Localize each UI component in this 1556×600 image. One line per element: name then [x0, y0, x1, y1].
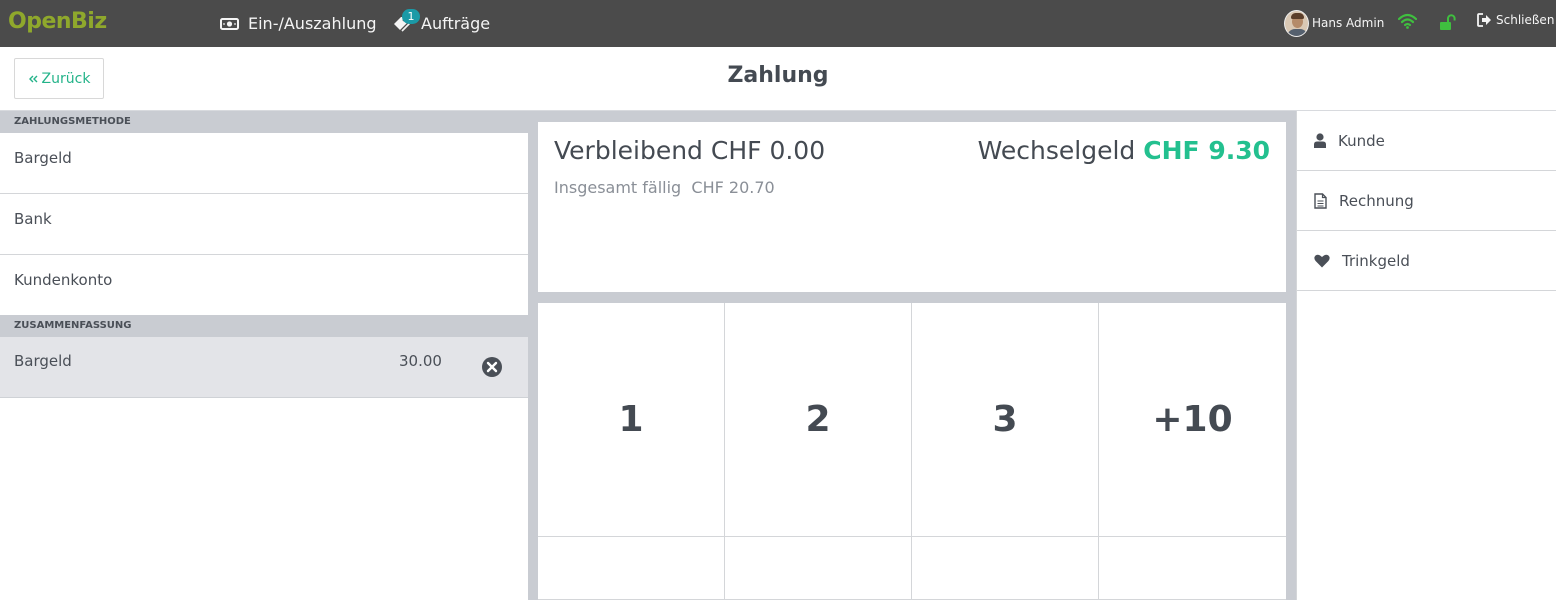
change-label: Wechselgeld	[977, 136, 1136, 165]
nav-orders[interactable]: 1 Aufträge	[392, 0, 490, 47]
page-title: Zahlung	[727, 63, 829, 88]
close-app-button[interactable]: Schließen	[1477, 13, 1554, 27]
invoice-button[interactable]: Rechnung	[1297, 171, 1556, 231]
keypad-key[interactable]	[912, 537, 1099, 600]
total-due-label: Insgesamt fällig	[554, 178, 682, 197]
summary-row-amount: 30.00	[399, 352, 442, 370]
payment-method-cash[interactable]: Bargeld	[0, 133, 528, 194]
keypad-key-plus-10[interactable]: +10	[1099, 303, 1286, 537]
summary-row-method: Bargeld	[14, 352, 72, 370]
keypad-key[interactable]	[1099, 537, 1286, 600]
unlock-icon[interactable]	[1439, 14, 1456, 31]
back-button-label: Zurück	[41, 70, 91, 87]
heart-icon	[1314, 254, 1330, 267]
payment-actions-panel: Kunde Rechnung Trinkgeld	[1296, 111, 1556, 600]
double-chevron-left-icon	[28, 75, 38, 82]
payment-methods-heading: ZAHLUNGSMETHODE	[0, 111, 528, 133]
customer-button[interactable]: Kunde	[1297, 111, 1556, 171]
tip-label: Trinkgeld	[1342, 251, 1410, 270]
back-button[interactable]: Zurück	[14, 58, 104, 99]
orders-count-badge: 1	[402, 9, 420, 24]
tip-button[interactable]: Trinkgeld	[1297, 231, 1556, 291]
total-due-amount: CHF 20.70	[691, 178, 775, 197]
user-menu[interactable]: Hans Admin	[1284, 9, 1384, 37]
user-avatar	[1284, 9, 1309, 37]
customer-label: Kunde	[1338, 131, 1385, 150]
close-app-label: Schließen	[1496, 13, 1555, 27]
user-icon	[1314, 133, 1326, 148]
payment-center-panel: Verbleibend CHF 0.00 Insgesamt fällig CH…	[528, 111, 1296, 600]
nav-orders-label: Aufträge	[421, 14, 491, 33]
payment-method-customer-account[interactable]: Kundenkonto	[0, 255, 528, 316]
money-bill-icon	[220, 17, 239, 30]
user-name: Hans Admin	[1312, 16, 1385, 30]
summary-heading: ZUSAMMENFASSUNG	[0, 315, 528, 337]
total-due: Insgesamt fällig CHF 20.70	[554, 178, 775, 197]
wifi-icon	[1398, 13, 1417, 29]
keypad-key-1[interactable]: 1	[538, 303, 725, 537]
keypad-key[interactable]	[725, 537, 912, 600]
sign-out-icon	[1477, 13, 1491, 27]
change-amount: CHF 9.30	[1143, 136, 1270, 165]
keypad-key-2[interactable]: 2	[725, 303, 912, 537]
app-logo: OpenBiz	[8, 9, 107, 34]
payment-method-bank[interactable]: Bank	[0, 194, 528, 255]
keypad-key-3[interactable]: 3	[912, 303, 1099, 537]
top-bar: OpenBiz Ein-/Auszahlung 1 Aufträge Hans …	[0, 0, 1556, 47]
payment-methods-panel: ZAHLUNGSMETHODE Bargeld Bank Kundenkonto…	[0, 111, 528, 600]
keypad-key[interactable]	[538, 537, 725, 600]
remove-payment-icon[interactable]	[481, 356, 503, 378]
payment-status-panel: Verbleibend CHF 0.00 Insgesamt fällig CH…	[538, 122, 1286, 292]
summary-row[interactable]: Bargeld 30.00	[0, 337, 528, 398]
change-due: Wechselgeld CHF 9.30	[978, 136, 1270, 165]
remaining-amount: Verbleibend CHF 0.00	[554, 136, 826, 165]
nav-cash-label: Ein-/Auszahlung	[248, 14, 377, 33]
document-icon	[1314, 192, 1327, 209]
invoice-label: Rechnung	[1339, 191, 1414, 210]
nav-cash-in-out[interactable]: Ein-/Auszahlung	[220, 0, 377, 47]
numeric-keypad: 1 2 3 +10	[538, 303, 1286, 600]
